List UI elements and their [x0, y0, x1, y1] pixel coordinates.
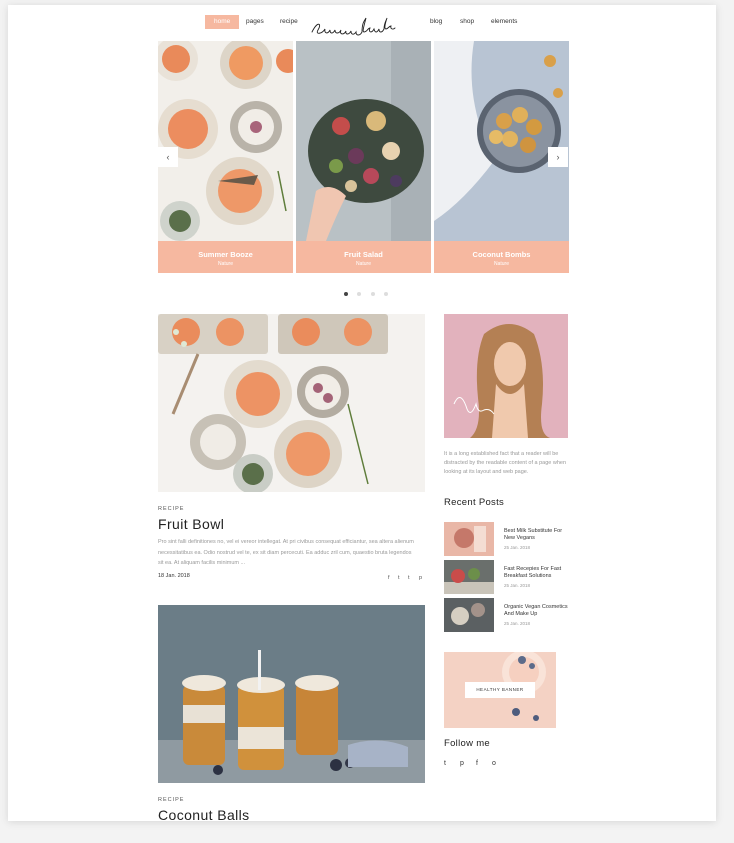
main-nav: home pages recipe blog shop elements — [8, 15, 716, 36]
healthy-banner[interactable]: HEALTHY BANNER — [444, 652, 556, 728]
slide-title[interactable]: Fruit Salad — [296, 250, 431, 259]
featured-slider: Summer Booze Nature Fruit Salad Nature C… — [158, 41, 569, 296]
slide-caption: Coconut Bombs Nature — [434, 241, 569, 273]
page: home pages recipe blog shop elements Sum… — [8, 5, 716, 821]
nav-item-shop[interactable]: shop — [460, 15, 474, 29]
logo-script — [311, 17, 396, 36]
banner-label[interactable]: HEALTHY BANNER — [465, 682, 535, 698]
slider-dot[interactable] — [344, 292, 348, 296]
instagram-icon[interactable]: o — [492, 760, 496, 767]
recent-post-image — [444, 598, 494, 632]
slide-fruit-salad[interactable]: Fruit Salad Nature — [296, 41, 431, 273]
recent-post-thumb[interactable] — [444, 522, 494, 556]
slider-pagination — [344, 283, 393, 301]
twitter-icon[interactable]: t — [398, 575, 400, 581]
slide-image — [434, 41, 569, 241]
fruit-bowl-photo — [158, 314, 425, 492]
slide-subtitle: Nature — [493, 261, 509, 267]
post-category[interactable]: RECIPE — [158, 797, 184, 803]
recent-post-date: 25 Jan. 2018 — [504, 545, 531, 550]
post-date: 18 Jan. 2018 — [158, 573, 190, 579]
recent-post-title[interactable]: Fast Recepies For Fast Breakfast Solutio… — [504, 566, 568, 580]
slide-caption: Summer Booze Nature — [158, 241, 293, 273]
post-title[interactable]: Fruit Bowl — [158, 516, 224, 532]
slider-dot[interactable] — [370, 292, 375, 296]
post-excerpt: Pro sint falli definitiones no, vel ei v… — [158, 539, 414, 566]
recent-post-item[interactable]: Fast Recepies For Fast Breakfast Solutio… — [444, 560, 568, 594]
slide-caption: Fruit Salad Nature — [296, 241, 431, 273]
recent-post-item[interactable]: Best Milk Substitute For New Vegans 25 J… — [444, 522, 568, 556]
slide-title[interactable]: Coconut Bombs — [434, 250, 569, 259]
recent-post-date: 25 Jan. 2018 — [504, 583, 531, 588]
slider-dot[interactable] — [384, 292, 389, 296]
recent-post-thumb[interactable] — [444, 560, 494, 594]
nav-item-pages[interactable]: pages — [246, 15, 264, 29]
slider-prev-button[interactable]: ‹ — [158, 147, 178, 167]
post-category[interactable]: RECIPE — [158, 506, 184, 512]
nav-item-recipe[interactable]: recipe — [280, 15, 298, 29]
recent-post-title[interactable]: Best Milk Substitute For New Vegans — [504, 528, 568, 542]
recent-post-title[interactable]: Organic Vegan Cosmetics And Make Up — [504, 604, 568, 618]
slider-next-button[interactable]: › — [548, 147, 568, 167]
slide-image — [158, 41, 293, 241]
post-image-fruit-bowl[interactable] — [158, 314, 425, 492]
slide-title[interactable]: Summer Booze — [158, 250, 293, 259]
post-title[interactable]: Coconut Balls — [158, 807, 250, 821]
facebook-icon[interactable]: f — [388, 575, 390, 581]
recent-post-date: 25 Jan. 2018 — [504, 621, 531, 626]
about-author-image — [444, 314, 568, 438]
author-portrait — [444, 314, 568, 438]
about-text: It is a long established fact that a rea… — [444, 451, 567, 475]
slide-subtitle: Nature — [217, 261, 233, 267]
slide-image — [296, 41, 431, 241]
coconut-balls-photo — [158, 605, 425, 783]
tumblr-icon[interactable]: t — [444, 760, 446, 767]
recent-posts-heading: Recent Posts — [444, 497, 505, 508]
post-image-coconut-balls[interactable] — [158, 605, 425, 783]
pinterest-icon[interactable]: p — [419, 575, 422, 581]
recent-post-image — [444, 522, 494, 556]
facebook-icon[interactable]: f — [476, 760, 478, 767]
recent-post-thumb[interactable] — [444, 598, 494, 632]
slider-dot[interactable] — [357, 292, 362, 296]
recent-post-item[interactable]: Organic Vegan Cosmetics And Make Up 25 J… — [444, 598, 568, 632]
nav-item-elements[interactable]: elements — [491, 15, 517, 29]
tumblr-icon[interactable]: t — [408, 575, 410, 581]
recent-post-image — [444, 560, 494, 594]
nav-item-home[interactable]: home — [205, 15, 240, 29]
pinterest-icon[interactable]: p — [460, 760, 464, 767]
site-logo[interactable] — [308, 17, 418, 41]
slide-summer-booze[interactable]: Summer Booze Nature — [158, 41, 293, 273]
follow-heading: Follow me — [444, 738, 490, 749]
nav-item-blog[interactable]: blog — [430, 15, 442, 29]
slide-subtitle: Nature — [355, 261, 371, 267]
